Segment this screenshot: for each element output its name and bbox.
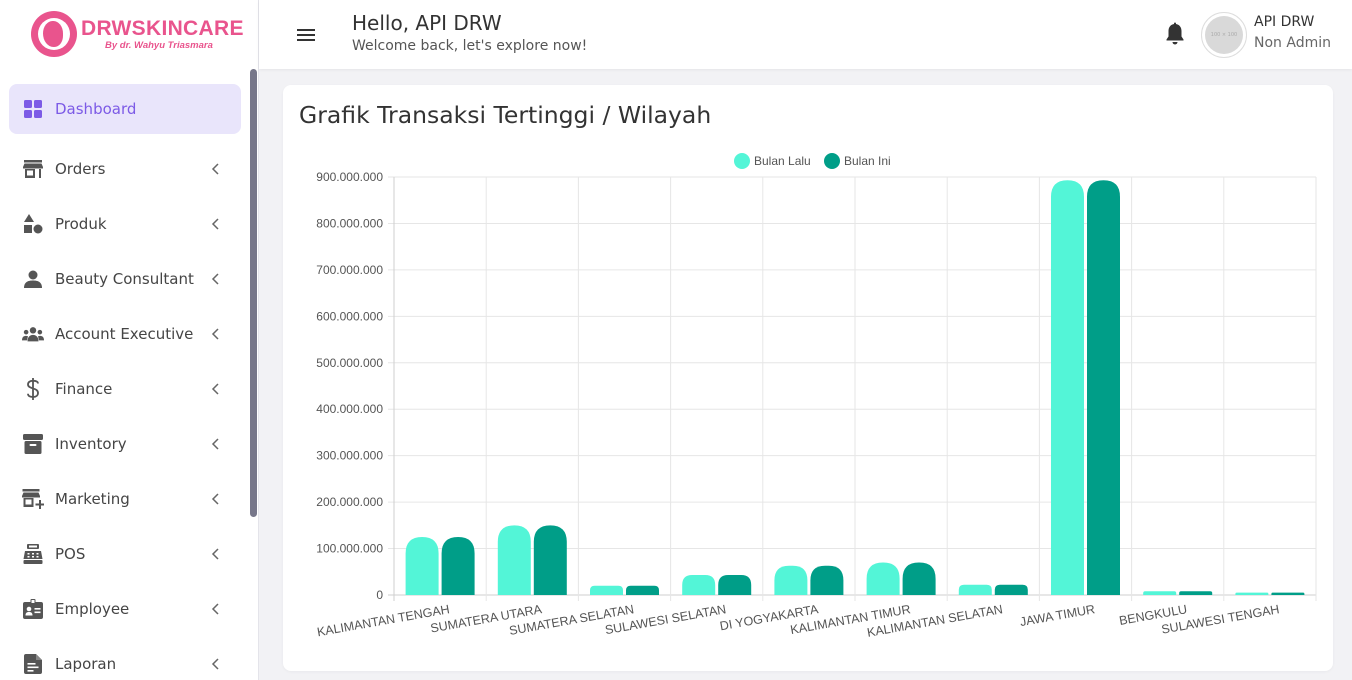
y-tick-label: 600.000.000: [316, 309, 383, 323]
sidebar-item-marketing[interactable]: Marketing: [9, 474, 241, 524]
sidebar-item-label: Dashboard: [55, 100, 137, 118]
bar: [441, 536, 475, 595]
y-tick-label: 700.000.000: [316, 263, 383, 277]
store-add-icon: [22, 488, 44, 510]
sidebar-scrollbar[interactable]: [250, 69, 257, 517]
chevron-left-icon: [211, 328, 219, 340]
y-tick-label: 500.000.000: [316, 356, 383, 370]
bar: [1051, 180, 1084, 596]
y-tick-label: 800.000.000: [316, 216, 383, 230]
sidebar-item-label: Inventory: [55, 435, 127, 453]
y-tick-label: 300.000.000: [316, 449, 383, 463]
bar: [866, 562, 900, 595]
avatar-placeholder: 100 × 100: [1205, 16, 1243, 54]
sidebar-item-finance[interactable]: Finance: [9, 364, 241, 414]
chevron-left-icon: [211, 273, 219, 285]
bar: [626, 585, 659, 595]
sidebar-item-produk[interactable]: Produk: [9, 199, 241, 249]
sidebar-item-label: Finance: [55, 380, 113, 398]
brand-tagline: By dr. Wahyu Triasmara: [105, 39, 213, 51]
report-icon: [22, 653, 44, 675]
bar: [718, 575, 752, 595]
chevron-left-icon: [211, 163, 219, 175]
bar: [774, 565, 808, 595]
group-icon: [22, 323, 44, 345]
legend-label: Bulan Lalu: [754, 154, 811, 168]
chevron-left-icon: [211, 383, 219, 395]
chevron-left-icon: [211, 548, 219, 560]
sidebar-item-orders[interactable]: Orders: [9, 144, 241, 194]
chevron-left-icon: [211, 218, 219, 230]
bar: [405, 536, 439, 595]
legend-swatch: [824, 153, 840, 169]
sidebar-item-label: Beauty Consultant: [55, 270, 194, 288]
bar: [590, 585, 623, 595]
sidebar-item-label: Marketing: [55, 490, 130, 508]
dashboard-icon: [22, 98, 44, 120]
menu-toggle-icon[interactable]: [295, 25, 317, 45]
y-tick-label: 200.000.000: [316, 495, 383, 509]
greeting: Hello, API DRW Welcome back, let's explo…: [352, 11, 587, 54]
person-icon: [22, 268, 44, 290]
legend-swatch: [734, 153, 750, 169]
sidebar-item-label: Orders: [55, 160, 106, 178]
sidebar-item-inventory[interactable]: Inventory: [9, 419, 241, 469]
chevron-left-icon: [211, 493, 219, 505]
sidebar-item-laporan[interactable]: Laporan: [9, 639, 241, 680]
cash-register-icon: [22, 543, 44, 565]
bar: [810, 565, 844, 595]
bar: [682, 575, 716, 595]
y-tick-label: 900.000.000: [316, 170, 383, 184]
sidebar-item-pos[interactable]: POS: [9, 529, 241, 579]
archive-icon: [22, 433, 44, 455]
brand-logo[interactable]: DRWSKINCARE By dr. Wahyu Triasmara: [31, 10, 244, 58]
chart-card: Grafik Transaksi Tertinggi / Wilayah 0 10…: [283, 85, 1333, 671]
sidebar-nav: Dashboard Orders Produk Beauty Consultan…: [9, 84, 241, 680]
bar-chart: 0 100.000.000 200.000.000 300.000.000 400.00…: [316, 153, 1317, 640]
page-subtitle: Welcome back, let's explore now!: [352, 38, 588, 54]
legend-label: Bulan Ini: [844, 154, 891, 168]
sidebar-item-label: Laporan: [55, 655, 117, 673]
avatar[interactable]: 100 × 100: [1201, 12, 1247, 58]
bar: [1143, 591, 1177, 595]
sidebar-item-label: Produk: [55, 215, 107, 233]
y-tick-label: 100.000.000: [316, 542, 383, 556]
sidebar-item-dashboard[interactable]: Dashboard: [9, 84, 241, 134]
chevron-left-icon: [211, 438, 219, 450]
user-info[interactable]: API DRW Non Admin: [1254, 14, 1331, 51]
x-tick-label: JAWA TIMUR: [1019, 602, 1096, 629]
store-icon: [22, 158, 44, 180]
y-tick-label: 400.000.000: [316, 402, 383, 416]
bar: [1271, 592, 1305, 595]
badge-icon: [22, 598, 44, 620]
sidebar-item-employee[interactable]: Employee: [9, 584, 241, 634]
bar: [902, 562, 936, 595]
bar: [1179, 591, 1213, 595]
chevron-left-icon: [211, 658, 219, 670]
bar: [994, 584, 1028, 595]
brand-name: DRWSKINCARE: [81, 16, 244, 40]
sidebar: DRWSKINCARE By dr. Wahyu Triasmara Dashb…: [0, 0, 259, 680]
brand-mark-icon: [31, 11, 77, 57]
user-role: Non Admin: [1254, 35, 1331, 51]
sidebar-item-label: Account Executive: [55, 325, 194, 343]
sidebar-item-label: POS: [55, 545, 86, 563]
shapes-icon: [22, 213, 44, 235]
sidebar-item-label: Employee: [55, 600, 130, 618]
sidebar-item-account-executive[interactable]: Account Executive: [9, 309, 241, 359]
page-title: Hello, API DRW: [352, 11, 502, 35]
bar: [533, 525, 567, 595]
bar: [1235, 592, 1269, 595]
y-tick-label: 0: [376, 588, 383, 602]
bar: [958, 584, 992, 595]
chevron-left-icon: [211, 603, 219, 615]
user-name: API DRW: [1254, 14, 1315, 30]
sidebar-item-beauty-consultant[interactable]: Beauty Consultant: [9, 254, 241, 304]
notification-bell-icon[interactable]: [1164, 22, 1186, 46]
bar: [497, 525, 531, 595]
top-header: Hello, API DRW Welcome back, let's explo…: [259, 0, 1352, 69]
dollar-icon: [22, 378, 44, 400]
bar: [1087, 180, 1120, 596]
